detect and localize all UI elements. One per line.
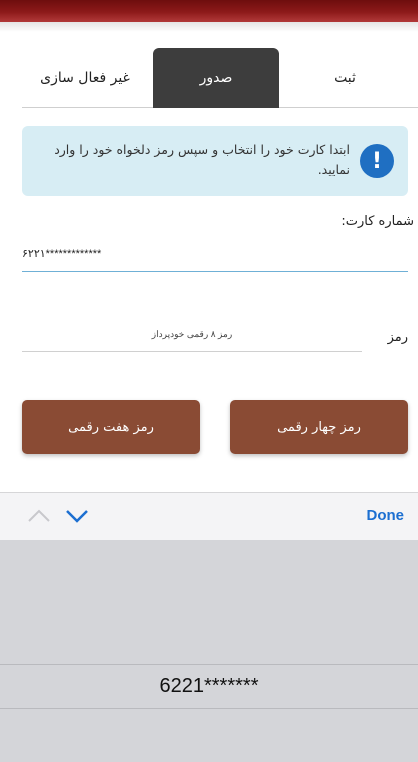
keyboard-accessory-bar: Done (0, 492, 418, 540)
card-number-input[interactable] (22, 236, 408, 272)
info-exclamation-icon: ! (360, 144, 394, 178)
tab-deactivate[interactable]: غیر فعال سازی (22, 48, 148, 108)
header-shadow (0, 22, 418, 32)
chevron-up-icon[interactable] (26, 505, 52, 527)
four-digit-pin-button[interactable]: رمز چهار رقمی (230, 400, 408, 454)
tab-register[interactable]: ثبت (282, 48, 408, 108)
info-alert: ! ابتدا کارت خود را انتخاب و سپس رمز دلخ… (22, 126, 408, 196)
tab-bar: غیر فعال سازی صدور ثبت (22, 48, 418, 108)
done-button[interactable]: Done (367, 507, 405, 524)
app-header-bar (0, 0, 418, 22)
seven-digit-pin-button[interactable]: رمز هفت رقمی (22, 400, 200, 454)
chevron-down-icon[interactable] (64, 505, 90, 527)
picker-selected-value[interactable]: 6221******* (0, 666, 418, 706)
card-picker-wheel[interactable]: 6221******* (0, 540, 418, 762)
pin-label: رمز (387, 330, 408, 345)
pin-input[interactable] (22, 316, 362, 352)
card-number-label: شماره کارت: (341, 214, 414, 229)
alert-message: ابتدا کارت خود را انتخاب و سپس رمز دلخوا… (54, 142, 350, 177)
picker-divider-bottom (0, 708, 418, 709)
picker-divider-top (0, 664, 418, 665)
tab-issue[interactable]: صدور (153, 48, 279, 108)
